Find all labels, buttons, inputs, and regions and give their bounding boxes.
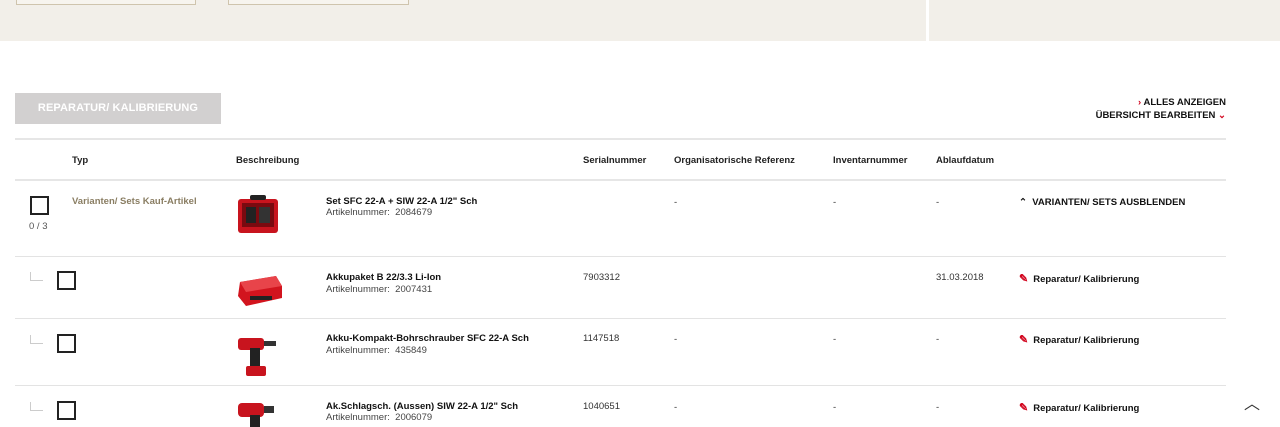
show-all-link[interactable]: › ALLES ANZEIGEN: [1096, 96, 1226, 109]
article-value: 2084679: [395, 207, 433, 218]
item-title: Akkupaket B 22/3.3 Li-Ion: [326, 272, 442, 283]
item-title: Set SFC 22-A + SIW 22-A 1/2" Sch: [326, 196, 478, 207]
tree-connector: [30, 335, 43, 344]
column-header-serial[interactable]: Serialnummer: [583, 155, 646, 166]
repair-calibration-link[interactable]: ✎ Reparatur/ Kalibrierung: [1019, 401, 1139, 414]
type-label: Varianten/ Sets Kauf-Artikel: [72, 196, 197, 207]
chevron-right-icon: ›: [1138, 97, 1142, 108]
filter-dropdown-1[interactable]: [16, 0, 196, 5]
article-label: Artikelnummer:: [326, 345, 390, 356]
article-value: 2007431: [395, 284, 433, 295]
row-divider: [15, 318, 1226, 319]
chevron-down-icon: ⌄: [1218, 110, 1226, 121]
expiry-value: -: [936, 334, 940, 345]
article-number: Artikelnummer: 2084679: [326, 207, 432, 218]
row-divider: [15, 256, 1226, 257]
wrench-icon: ✎: [1019, 334, 1029, 346]
tree-connector: [30, 402, 43, 411]
article-number: Artikelnummer: 2007431: [326, 284, 432, 295]
impact-wrench-thumbnail: [238, 403, 274, 427]
set-checkbox[interactable]: [30, 196, 49, 215]
serial-value: 7903312: [583, 272, 620, 283]
expiry-value: 31.03.2018: [936, 272, 984, 283]
selection-count: 0 / 3: [29, 221, 48, 232]
set-case-thumbnail: [238, 195, 278, 233]
repair-link-label: Reparatur/ Kalibrierung: [1033, 274, 1140, 285]
article-number: Artikelnummer: 2006079: [326, 412, 432, 423]
repair-calibration-button[interactable]: REPARATUR/ KALIBRIERUNG: [15, 93, 221, 124]
serial-value: 1147518: [583, 333, 620, 344]
repair-link-label: Reparatur/ Kalibrierung: [1033, 335, 1140, 346]
column-header-inventory[interactable]: Inventarnummer: [833, 155, 907, 166]
column-header-expiry[interactable]: Ablaufdatum: [936, 155, 994, 166]
expiry-value: -: [936, 402, 940, 413]
drill-thumbnail: [238, 338, 276, 376]
wrench-icon: ✎: [1019, 273, 1029, 285]
row-checkbox[interactable]: [57, 271, 76, 290]
repair-calibration-link[interactable]: ✎ Reparatur/ Kalibrierung: [1019, 272, 1139, 285]
show-all-label: ALLES ANZEIGEN: [1143, 97, 1226, 108]
column-header-type[interactable]: Typ: [72, 155, 88, 166]
battery-thumbnail: [238, 276, 282, 306]
repair-link-label: Reparatur/ Kalibrierung: [1033, 403, 1140, 414]
wrench-icon: ✎: [1019, 402, 1029, 414]
scroll-to-top-icon[interactable]: ︿: [1244, 390, 1260, 414]
top-filter-band: [0, 0, 1280, 41]
column-header-description[interactable]: Beschreibung: [236, 155, 299, 166]
article-label: Artikelnummer:: [326, 284, 390, 295]
tree-connector: [30, 272, 43, 281]
table-options: › ALLES ANZEIGEN ÜBERSICHT BEARBEITEN ⌄: [1096, 96, 1226, 122]
item-title: Ak.Schlagsch. (Aussen) SIW 22-A 1/2" Sch: [326, 401, 519, 412]
expiry-value: -: [936, 197, 940, 208]
filter-dropdown-2[interactable]: [228, 0, 409, 5]
inventory-value: -: [833, 402, 837, 413]
row-divider: [15, 385, 1226, 386]
table-top-rule: [15, 138, 1226, 140]
item-title: Akku-Kompakt-Bohrschrauber SFC 22-A Sch: [326, 333, 529, 344]
inventory-value: -: [833, 334, 837, 345]
org-ref-value: -: [674, 402, 678, 413]
org-ref-value: -: [674, 197, 678, 208]
hide-variants-link[interactable]: ⌃ VARIANTEN/ SETS AUSBLENDEN: [1019, 197, 1185, 208]
article-value: 435849: [395, 345, 427, 356]
row-checkbox[interactable]: [57, 334, 76, 353]
edit-overview-link[interactable]: ÜBERSICHT BEARBEITEN ⌄: [1096, 109, 1226, 122]
article-label: Artikelnummer:: [326, 207, 390, 218]
article-number: Artikelnummer: 435849: [326, 345, 427, 356]
chevron-up-icon: ⌃: [1019, 197, 1027, 208]
repair-calibration-link[interactable]: ✎ Reparatur/ Kalibrierung: [1019, 333, 1139, 346]
column-header-org-ref[interactable]: Organisatorische Referenz: [674, 155, 795, 166]
band-divider: [926, 0, 929, 41]
article-value: 2006079: [395, 412, 433, 423]
serial-value: 1040651: [583, 401, 620, 412]
hide-variants-label: VARIANTEN/ SETS AUSBLENDEN: [1032, 197, 1186, 208]
org-ref-value: -: [674, 334, 678, 345]
inventory-value: -: [833, 197, 837, 208]
article-label: Artikelnummer:: [326, 412, 390, 423]
header-bottom-rule: [15, 179, 1226, 181]
edit-overview-label: ÜBERSICHT BEARBEITEN: [1095, 110, 1216, 121]
row-checkbox[interactable]: [57, 401, 76, 420]
